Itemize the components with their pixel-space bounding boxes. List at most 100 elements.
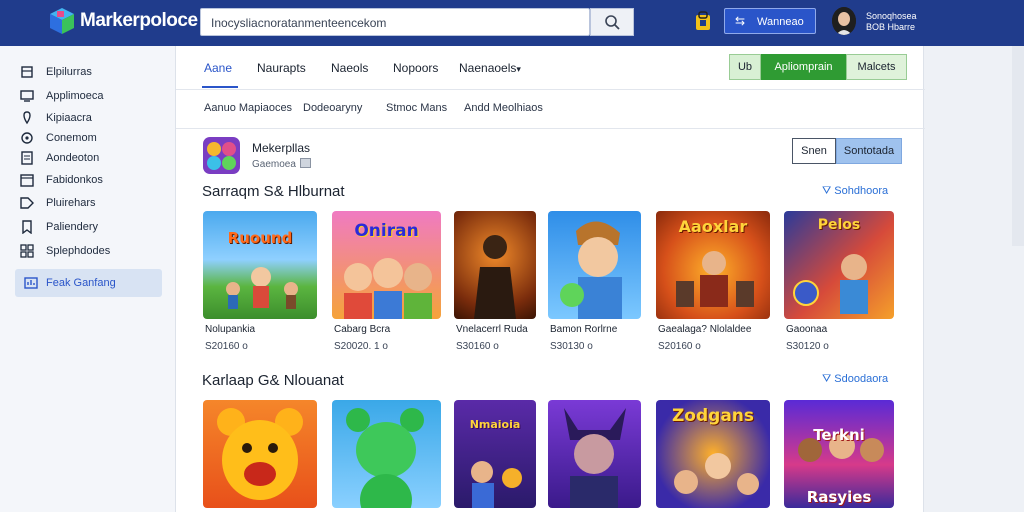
secondary-action-button[interactable]: Malcets (846, 54, 907, 80)
sidebar-item-label: Fabidonkos (46, 174, 103, 186)
product-thumbnail[interactable]: Pelos (784, 211, 894, 319)
section-see-all-link[interactable]: ⛛ Sohdhoora (822, 185, 888, 198)
gear-icon (21, 132, 33, 144)
document-icon (21, 151, 33, 165)
product-name[interactable]: Cabarg Bcra (334, 324, 390, 335)
user-name-line1: Sonoqhosea (866, 11, 917, 21)
sell-button-label: Wanneao (757, 16, 804, 28)
user-info[interactable]: Sonoqhosea BOB Hbarre (866, 11, 917, 33)
game-art-title: Ruound (227, 229, 293, 247)
app-subtitle-text: Gaemoea (252, 159, 296, 170)
product-thumbnail[interactable] (454, 211, 536, 319)
sidebar-item-conemom[interactable]: Conemom (20, 128, 162, 148)
sell-button[interactable]: ⇆ Wanneao (724, 8, 816, 34)
tab-naeols[interactable]: Naeols (331, 61, 368, 75)
page-scrollbar[interactable] (1012, 46, 1024, 246)
subtab-item[interactable]: Stmoc Mans (386, 102, 447, 114)
subtab-item[interactable]: Aanuo Mapiaoces (204, 102, 292, 114)
sidebar-item-elpilurras[interactable]: Elpilurras (20, 62, 162, 82)
sidebar-item-label: Pluirehars (46, 197, 96, 209)
product-price: S20020. 1 o (334, 341, 388, 352)
product-thumbnail[interactable] (548, 400, 641, 508)
section-see-all-link[interactable]: ⛛ Sdoodaora (822, 373, 888, 386)
product-name[interactable]: Gaealaga? Nlolaldee (658, 324, 751, 335)
user-avatar-icon (832, 7, 856, 35)
game-art-title: Nmaioia (469, 418, 521, 431)
filter-icon: ⛛ (822, 373, 835, 385)
sidebar-item-aondeoton[interactable]: Aondeoton (20, 148, 162, 168)
game-art-title: Pelos (817, 217, 861, 233)
game-art-icon (560, 221, 622, 319)
sidebar-item-applimoeca[interactable]: Applimoeca (20, 86, 162, 106)
sidebar-item-label: Paliendery (46, 221, 98, 233)
tab-bar: Aane Naurapts Naeols Nopoors Naenaoels▾ … (176, 46, 925, 90)
segment-option-selected[interactable]: Sontotada (836, 138, 902, 164)
sidebar-item-kipiaacra[interactable]: Kipiaacra (20, 108, 162, 128)
sidebar-item-label: Splephdodes (46, 245, 111, 257)
product-price: S20160 o (205, 341, 248, 352)
top-bar: Markerpoloce Inocysliacnoratanmenteencek… (0, 0, 1024, 46)
sidebar-item-label: Aondeoton (46, 152, 100, 164)
brand-name[interactable]: Markerpoloce (80, 10, 198, 32)
sidebar-item-label: Applimoeca (46, 90, 104, 102)
tab-naenaoels[interactable]: Naenaoels▾ (459, 61, 521, 75)
tab-nopoors[interactable]: Nopoors (393, 61, 438, 75)
product-thumbnail[interactable] (332, 400, 441, 508)
product-thumbnail[interactable]: Oniran (332, 211, 441, 319)
product-name[interactable]: Nolupankia (205, 324, 255, 335)
search-icon (605, 15, 620, 30)
active-tab-indicator (202, 86, 238, 88)
game-art-title: Aaoxlar (678, 217, 748, 236)
filter-icon: ⛛ (822, 185, 835, 197)
section-link-label: Sohdhoora (834, 185, 889, 197)
sidebar-item-paliendery[interactable]: Paliendery (20, 217, 162, 237)
primary-action-button[interactable]: Apliomprain (761, 54, 846, 80)
product-price: S30120 o (786, 341, 829, 352)
product-thumbnail[interactable]: Nmaioia (454, 400, 536, 508)
sidebar-item-fabidonkos[interactable]: Fabidonkos (20, 170, 162, 190)
product-name[interactable]: Vnelacerrl Ruda (456, 324, 528, 335)
search-button[interactable] (590, 8, 634, 36)
sidebar-item-splephdodes[interactable]: Splephdodes (20, 241, 162, 261)
game-art-title: Terkni Rasyies (806, 426, 872, 506)
product-price: S30160 o (456, 341, 499, 352)
marketplace-logo[interactable] (48, 7, 76, 35)
caret-down-icon: ▾ (516, 64, 521, 74)
sidebar: Elpilurras Applimoeca Kipiaacra Conemom … (0, 46, 175, 512)
sidebar-item-label: Feak Ganfang (46, 277, 116, 289)
product-thumbnail[interactable]: Aaoxlar (656, 211, 770, 319)
pin-icon (23, 111, 31, 125)
avatar[interactable] (832, 7, 856, 35)
search-input[interactable]: Inocysliacnoratanmenteencekom (200, 8, 590, 36)
cart-icon[interactable] (694, 10, 712, 32)
user-name-line2: BOB Hbarre (866, 22, 916, 32)
toolbar-mini-button[interactable]: Ub (729, 54, 761, 80)
app-icon[interactable] (203, 137, 240, 174)
product-thumbnail[interactable]: Terkni Rasyies (784, 400, 894, 508)
tab-aane[interactable]: Aane (204, 61, 232, 75)
app-logo-icon (203, 137, 240, 174)
product-thumbnail[interactable] (548, 211, 641, 319)
grid-icon (20, 244, 34, 258)
section-title: Karlaap G& Nlouanat (202, 372, 344, 389)
product-thumbnail[interactable]: Zodgans (656, 400, 770, 508)
game-art-icon (226, 267, 298, 309)
product-thumbnail[interactable] (203, 400, 317, 508)
tab-naurapts[interactable]: Naurapts (257, 61, 306, 75)
app-title: Mekerpllas (252, 141, 311, 155)
product-price: S20160 o (658, 341, 701, 352)
sidebar-item-label: Elpilurras (46, 66, 92, 78)
subtab-item[interactable]: Dodeoaryny (303, 102, 362, 114)
monitor-icon (20, 90, 34, 102)
game-art-icon (474, 235, 516, 319)
product-name[interactable]: Bamon Rorlrne (550, 324, 617, 335)
segment-option[interactable]: Snen (792, 138, 836, 164)
game-art-icon (471, 461, 522, 508)
app-subtitle: Gaemoea (252, 158, 311, 170)
product-name[interactable]: Gaoonaa (786, 324, 827, 335)
sidebar-item-pluirehars[interactable]: Pluirehars (20, 193, 162, 213)
sidebar-item-feak-ganfang[interactable]: Feak Ganfang (15, 269, 162, 297)
section-title: Sarraqm S& Hlburnat (202, 183, 345, 200)
subtab-item[interactable]: Andd Meolhiaos (464, 102, 543, 114)
product-thumbnail[interactable]: Ruound (203, 211, 317, 319)
